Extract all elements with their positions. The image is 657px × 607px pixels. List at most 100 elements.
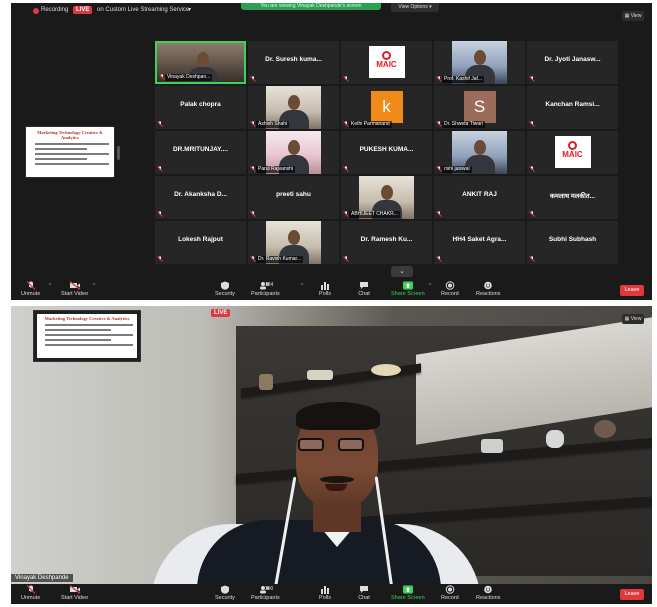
chat-button[interactable]: Chat <box>358 281 370 297</box>
muted-mic-icon <box>26 585 36 594</box>
participant-tile[interactable]: Dr. Jyoti Janasw... <box>527 41 618 84</box>
shield-icon <box>220 281 229 290</box>
unmute-button[interactable]: Unmute <box>21 281 40 297</box>
security-button[interactable]: Security <box>215 281 235 297</box>
participants-button[interactable]: 190 Participants <box>251 585 280 601</box>
reactions-icon <box>484 281 493 290</box>
video-off-icon <box>69 281 80 290</box>
shared-screen-thumbnail[interactable]: Marketing Technology Creative & Analytic… <box>25 126 115 178</box>
participant-avatar: S <box>463 91 496 123</box>
participant-tile[interactable]: DR.MRITUNJAY.... <box>155 131 246 174</box>
chat-button[interactable]: Chat <box>358 585 370 601</box>
participant-tile[interactable]: HH4 Saket Agra... <box>434 221 525 264</box>
participant-tile[interactable]: Dr. Akanksha D... <box>155 176 246 219</box>
share-screen-button[interactable]: Share Screen <box>391 585 425 601</box>
participant-tile[interactable]: कमलाथ मलकीत... <box>527 176 618 219</box>
participant-tile[interactable]: Dr. Ramesh Ku... <box>341 221 432 264</box>
participant-name: Dr. Suresh kuma... <box>265 56 322 63</box>
live-badge[interactable]: LIVE <box>211 309 231 317</box>
chevron-up-icon[interactable]: ^ <box>93 283 95 289</box>
muted-mic-icon <box>343 256 349 262</box>
reactions-button[interactable]: Reactions <box>476 281 500 297</box>
participant-tile[interactable]: PUKESH KUMA... <box>341 131 432 174</box>
participant-name: Kethi Parmanand <box>349 121 392 128</box>
participant-tile[interactable]: Dr. Ravish Kumar... <box>248 221 339 264</box>
participant-name: rishi jaiswal <box>442 166 472 173</box>
share-screen-button[interactable]: Share Screen <box>391 281 425 297</box>
polls-label: Polls <box>319 595 331 601</box>
participant-tile[interactable]: MAIC <box>341 41 432 84</box>
participant-name: Parul Rajvanshi <box>256 166 296 173</box>
chevron-up-icon[interactable]: ^ <box>49 283 51 289</box>
polls-button[interactable]: Polls <box>319 281 331 297</box>
live-stream-label[interactable]: on Custom Live Streaming Service <box>97 7 189 13</box>
video-off-icon <box>69 585 80 594</box>
participant-tile[interactable]: rishi jaiswal <box>434 131 525 174</box>
participant-name: Prof. Kashif Jaf... <box>442 76 485 83</box>
panel-resize-handle[interactable] <box>117 146 120 160</box>
participant-tile[interactable]: S Dr. Shweta Tiwari <box>434 86 525 129</box>
view-button-label: View <box>630 13 642 19</box>
start-video-button[interactable]: Start Video <box>61 585 88 601</box>
view-options-button[interactable]: View Options ▾ <box>391 3 439 12</box>
slide-text-line <box>45 339 111 341</box>
chevron-up-icon[interactable]: ^ <box>301 283 303 289</box>
participant-tile[interactable]: Parul Rajvanshi <box>248 131 339 174</box>
gallery-scroll-down-button[interactable]: ⌄ <box>391 266 413 277</box>
participant-tile[interactable]: Lokesh Rajput <box>155 221 246 264</box>
leave-button[interactable]: Leave <box>620 589 644 600</box>
chevron-up-icon[interactable]: ^ <box>429 283 431 289</box>
slide-text-line <box>45 324 133 326</box>
muted-mic-icon <box>157 121 163 127</box>
view-button[interactable]: ▦ View <box>622 314 644 324</box>
leave-button[interactable]: Leave <box>620 285 644 296</box>
participant-name: Lokesh Rajput <box>178 236 223 243</box>
participant-name: ABHIJEET CHAKR... <box>349 211 400 218</box>
participants-button[interactable]: 184 Participants <box>251 281 280 297</box>
participant-name: DR.MRITUNJAY.... <box>172 146 229 153</box>
unmute-button[interactable]: Unmute <box>21 585 40 601</box>
shelf-decoration <box>371 364 401 376</box>
start-video-label: Start Video <box>61 595 89 601</box>
participant-tile[interactable]: Palak chopra <box>155 86 246 129</box>
reactions-button[interactable]: Reactions <box>476 585 500 601</box>
unmute-label: Unmute <box>21 595 41 601</box>
muted-mic-icon <box>529 121 535 127</box>
participant-tile[interactable]: k Kethi Parmanand <box>341 86 432 129</box>
participant-tile[interactable]: MAIC <box>527 131 618 174</box>
participant-name: PUKESH KUMA... <box>359 146 414 153</box>
participant-tile[interactable]: ANKIT RAJ <box>434 176 525 219</box>
view-button[interactable]: ▦ View <box>622 11 644 21</box>
muted-mic-icon <box>157 256 163 262</box>
participant-tile[interactable]: Kanchan Ramsi... <box>527 86 618 129</box>
muted-mic-icon <box>436 256 442 262</box>
view-button-label: View <box>630 316 642 322</box>
security-button[interactable]: Security <box>215 585 235 601</box>
share-screen-label: Share Screen <box>391 595 425 601</box>
recording-label[interactable]: Recording <box>41 7 68 13</box>
record-button[interactable]: Record <box>441 281 459 297</box>
participant-name: preeti sahu <box>276 191 311 198</box>
start-video-button[interactable]: Start Video <box>61 281 88 297</box>
muted-mic-icon <box>529 166 535 172</box>
participant-name: Dr. Ravish Kumar... <box>256 256 304 263</box>
participant-tile[interactable]: preeti sahu <box>248 176 339 219</box>
slide-text-line <box>45 344 133 346</box>
participant-name: Subhi Subhash <box>548 236 597 243</box>
speaker-mouth <box>325 484 347 491</box>
participant-tile[interactable]: Prof. Kashif Jaf... <box>434 41 525 84</box>
participant-tile[interactable]: Vinayak Deshpan... <box>155 41 246 84</box>
participant-name: कमलाथ मलकीत... <box>549 193 596 200</box>
participant-name: Dr. Ramesh Ku... <box>360 236 413 243</box>
polls-button[interactable]: Polls <box>319 585 331 601</box>
live-badge[interactable]: LIVE <box>73 6 93 14</box>
participant-tile[interactable]: Dr. Suresh kuma... <box>248 41 339 84</box>
participant-tile[interactable]: Ashish Shahi <box>248 86 339 129</box>
muted-mic-icon <box>529 76 535 82</box>
chevron-down-icon[interactable]: ▾ <box>188 6 191 13</box>
record-button[interactable]: Record <box>441 585 459 601</box>
participant-tile[interactable]: Subhi Subhash <box>527 221 618 264</box>
chat-icon <box>360 586 368 593</box>
security-label: Security <box>215 291 235 297</box>
participant-tile[interactable]: ABHIJEET CHAKR... <box>341 176 432 219</box>
